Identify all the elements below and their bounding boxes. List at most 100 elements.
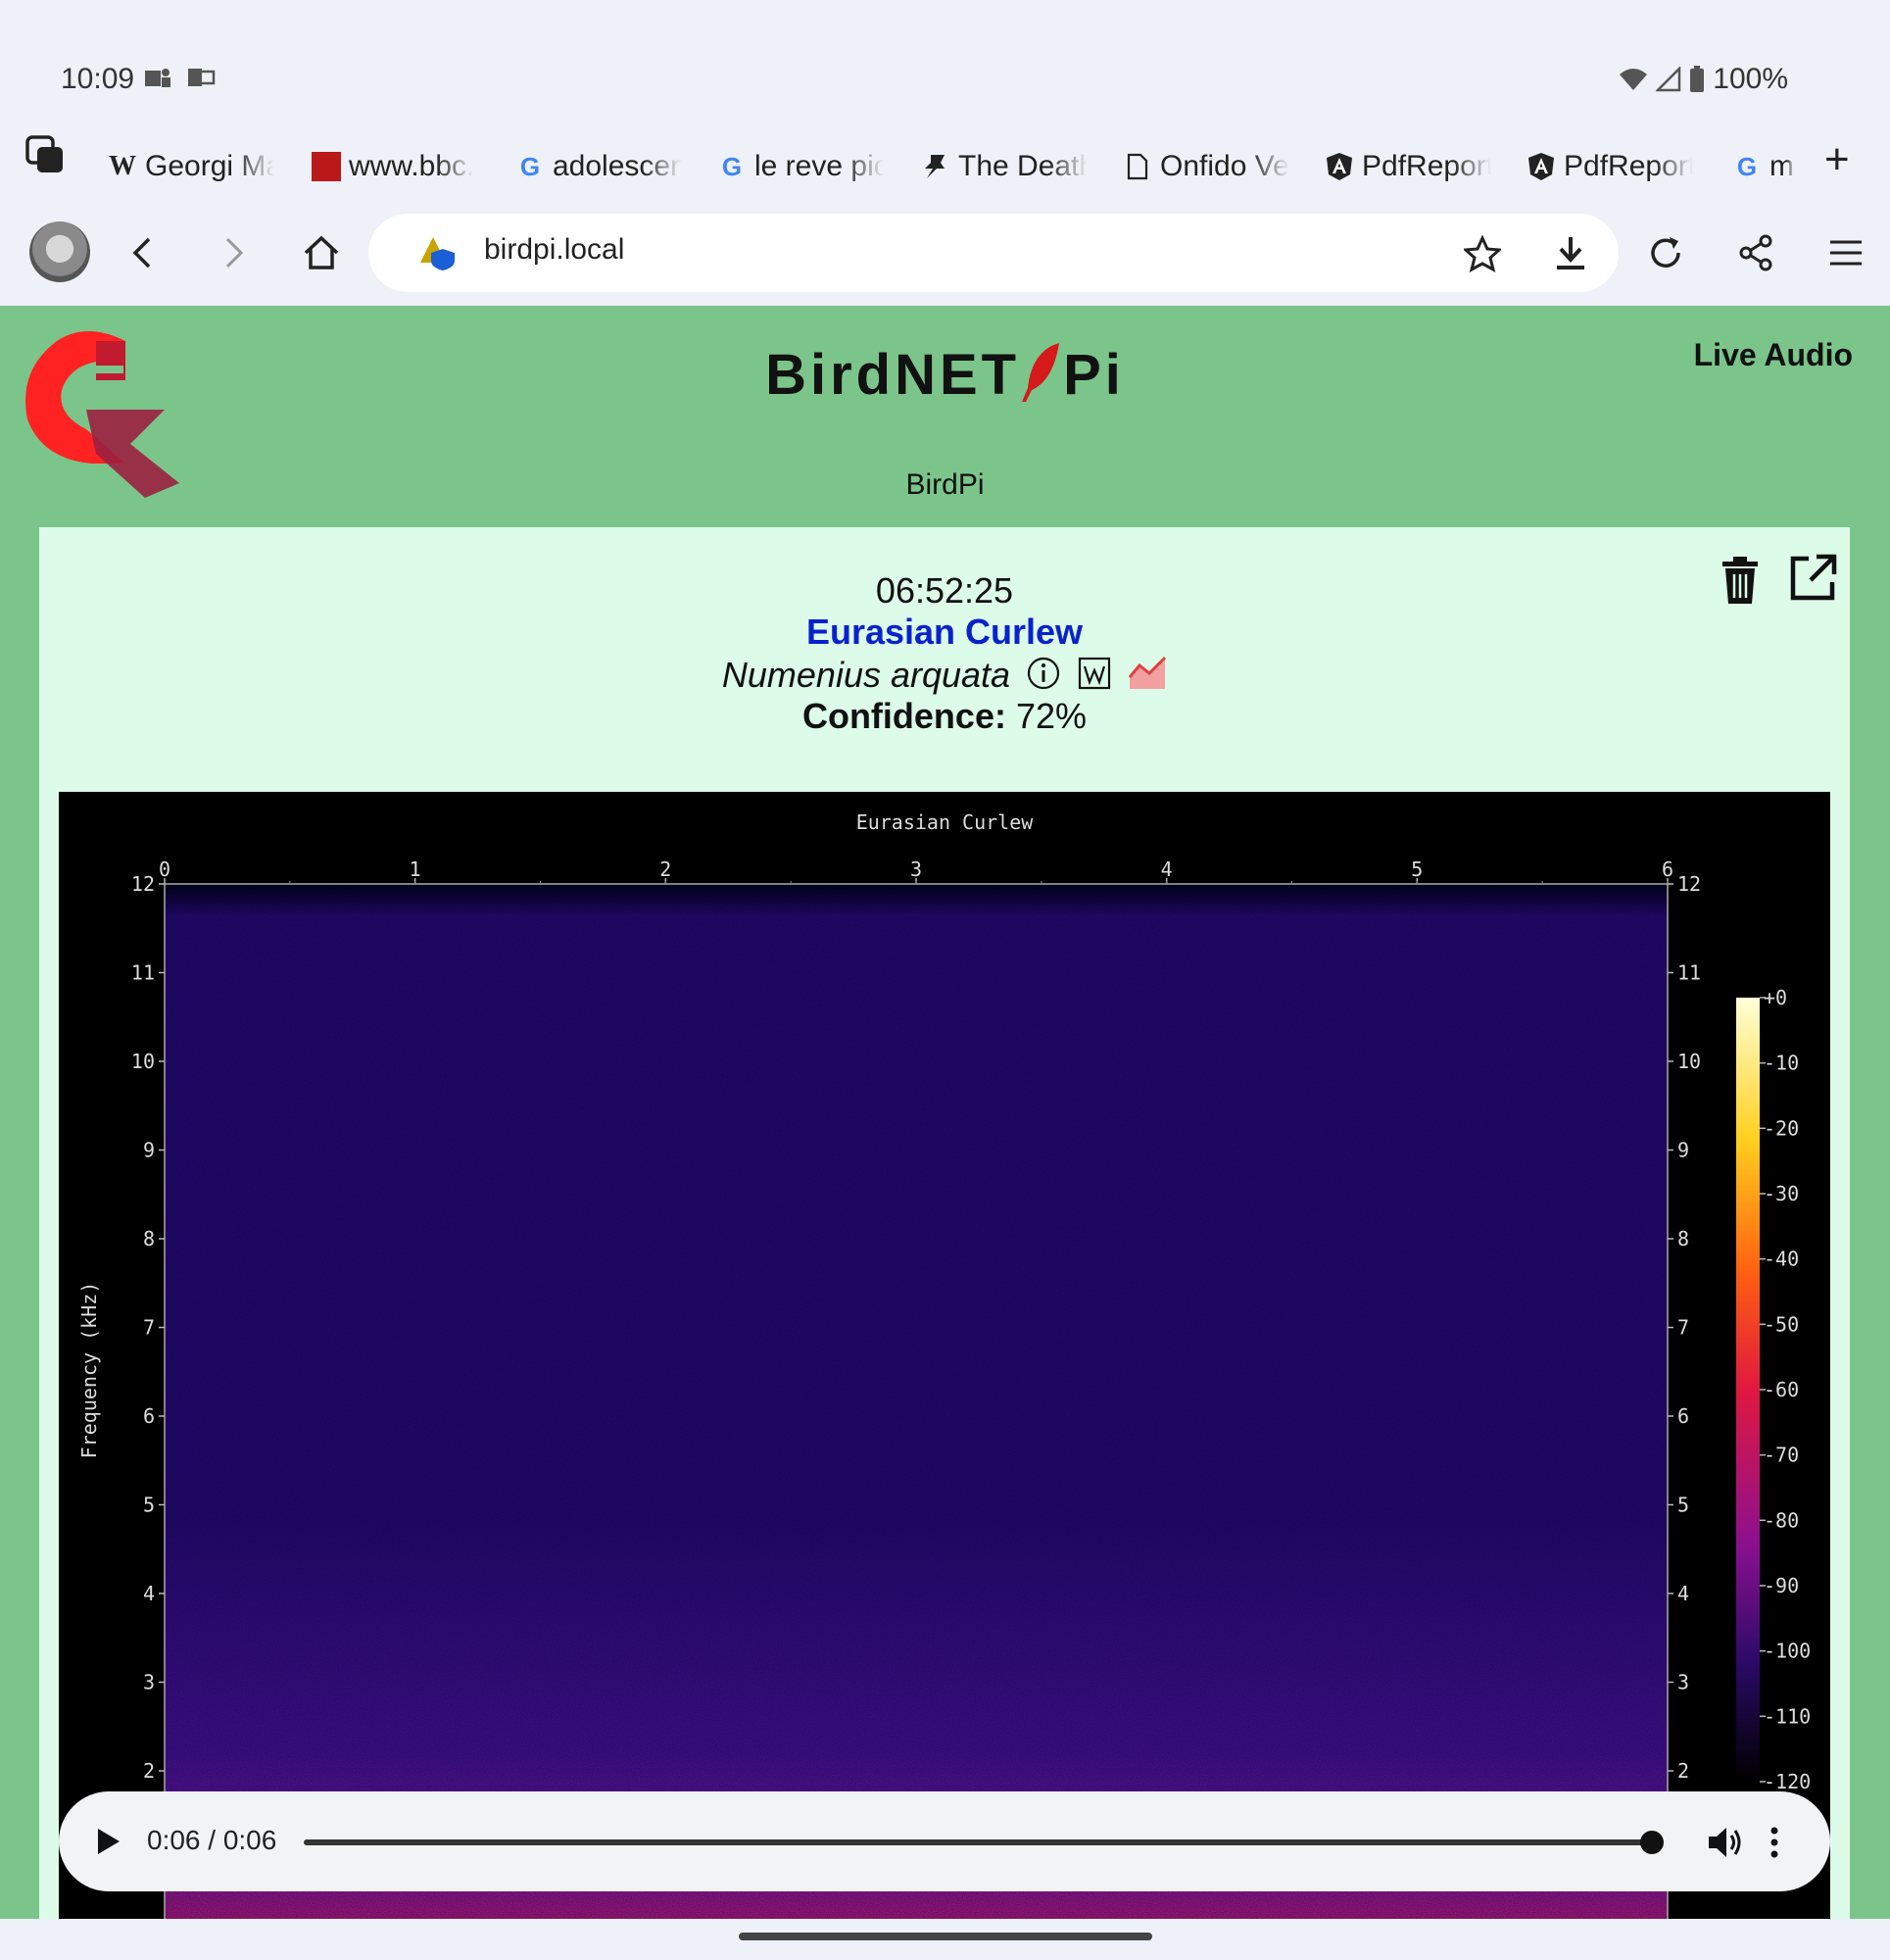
- google-icon: G: [721, 151, 743, 181]
- system-nav-bar: [0, 1919, 1890, 1960]
- y-tick-label-right: 2: [1677, 1759, 1689, 1783]
- colorbar: [1736, 998, 1760, 1782]
- species-link[interactable]: Eurasian Curlew: [39, 612, 1850, 653]
- spectrogram-chart: Eurasian Curlew0123456112233445566778899…: [77, 810, 1811, 1919]
- colorbar-tick-label: -70: [1764, 1444, 1799, 1467]
- x-tick-label: 4: [1161, 858, 1173, 881]
- tab-switcher-icon[interactable]: [25, 135, 67, 176]
- live-audio-link[interactable]: Live Audio: [1694, 337, 1853, 373]
- outlook-icon: [188, 69, 216, 86]
- wikipedia-icon: W: [109, 151, 136, 181]
- y-tick-label-right: 8: [1677, 1227, 1689, 1250]
- address-bar[interactable]: birdpi.local: [368, 214, 1619, 292]
- x-tick-label: 3: [910, 858, 922, 881]
- audio-player: 0:06 / 0:06: [59, 1791, 1830, 1891]
- y-tick-label-right: 4: [1677, 1582, 1689, 1605]
- x-tick-label: 1: [410, 858, 421, 881]
- feather-icon: [1022, 343, 1060, 402]
- profile-avatar[interactable]: [29, 221, 90, 282]
- colorbar-tick-label: -40: [1764, 1248, 1799, 1271]
- share-icon[interactable]: [1736, 233, 1775, 272]
- home-gesture-handle[interactable]: [739, 1933, 1152, 1940]
- player-time: 0:06 / 0:06: [147, 1825, 277, 1855]
- angular-icon: [1527, 152, 1556, 181]
- y-tick-label-right: 7: [1677, 1316, 1689, 1340]
- colorbar-tick-label: -100: [1764, 1640, 1811, 1663]
- menu-icon[interactable]: [1826, 233, 1866, 272]
- colorbar-tick-label: -30: [1764, 1182, 1799, 1205]
- signal-icon: [1656, 67, 1681, 92]
- seek-bar[interactable]: [304, 1839, 1652, 1845]
- tab-the-death[interactable]: The Death: [921, 147, 1088, 186]
- x-tick-label: 5: [1411, 858, 1423, 881]
- brand-right: Pi: [1063, 343, 1125, 407]
- home-icon[interactable]: [302, 233, 341, 272]
- more-options-icon[interactable]: [1769, 1827, 1779, 1858]
- download-icon[interactable]: [1552, 235, 1589, 272]
- y-tick-label: 11: [131, 961, 155, 985]
- y-tick-label-right: 6: [1677, 1404, 1689, 1428]
- spectrogram-noise: [165, 884, 1668, 1919]
- tab-adolescen[interactable]: G adolescen: [515, 147, 682, 186]
- battery-level: 100%: [1713, 63, 1788, 95]
- confidence-label: Confidence:: [801, 696, 1006, 736]
- bbc-news-icon: [312, 152, 341, 181]
- seek-handle[interactable]: [1640, 1831, 1664, 1854]
- status-right: 100%: [1619, 63, 1788, 96]
- reload-icon[interactable]: [1646, 233, 1685, 272]
- y-tick-label: 3: [143, 1671, 155, 1694]
- detection-card: 06:52:25 Eurasian Curlew Numenius arquat…: [39, 527, 1850, 1919]
- colorbar-tick-label: -50: [1764, 1312, 1799, 1336]
- tab-m[interactable]: G m: [1732, 147, 1797, 186]
- volume-icon[interactable]: [1707, 1825, 1744, 1860]
- back-icon[interactable]: [123, 233, 163, 272]
- status-bar: 10:09 100%: [0, 0, 1890, 120]
- tab-pdfreport-1[interactable]: PdfReport: [1325, 147, 1491, 186]
- y-tick-label-right: 12: [1677, 872, 1701, 896]
- y-tick-label-right: 3: [1677, 1671, 1689, 1694]
- y-tick-label: 2: [143, 1759, 155, 1783]
- document-icon: [1123, 152, 1152, 181]
- colorbar-tick-label: -10: [1764, 1052, 1799, 1075]
- google-icon: G: [519, 151, 541, 181]
- spectrogram-title: Eurasian Curlew: [856, 810, 1035, 834]
- url-text[interactable]: birdpi.local: [484, 233, 624, 267]
- scientific-name: Numenius arquata: [721, 655, 1011, 695]
- y-tick-label: 8: [143, 1227, 155, 1250]
- confidence-row: Confidence: 72%: [39, 696, 1850, 737]
- angular-icon: [1325, 152, 1354, 181]
- status-time: 10:09: [61, 63, 135, 95]
- wifi-icon: [1620, 69, 1648, 90]
- tab-le-reve[interactable]: G le reve pic: [717, 147, 884, 186]
- tab-bbc[interactable]: www.bbc.: [312, 147, 478, 186]
- forward-icon[interactable]: [214, 233, 253, 272]
- station-name: BirdPi: [905, 468, 985, 501]
- x-tick-label: 0: [159, 858, 170, 881]
- y-tick-label: 7: [143, 1316, 155, 1340]
- bookmark-star-icon[interactable]: [1464, 235, 1501, 272]
- trash-icon[interactable]: [1719, 555, 1762, 606]
- wikipedia-icon[interactable]: [1077, 656, 1112, 691]
- new-tab-button[interactable]: +: [1824, 135, 1850, 184]
- x-tick-label: 6: [1662, 858, 1673, 881]
- y-tick-label: 4: [143, 1582, 155, 1605]
- teams-icon: [145, 69, 170, 87]
- stats-chart-icon[interactable]: [1128, 656, 1167, 691]
- site-warning-icon: [420, 237, 455, 270]
- y-tick-label-right: 9: [1677, 1139, 1689, 1162]
- x-tick-label: 2: [659, 858, 671, 881]
- play-icon[interactable]: [94, 1827, 121, 1856]
- y-tick-label: 6: [143, 1404, 155, 1428]
- colorbar-tick-label: +0: [1764, 986, 1787, 1009]
- tab-georgi[interactable]: W Georgi Ma: [108, 147, 274, 186]
- open-external-icon[interactable]: [1787, 553, 1838, 604]
- tab-onfido[interactable]: Onfido Ve: [1123, 147, 1289, 186]
- battery-icon: [1690, 66, 1705, 92]
- y-tick-label: 9: [143, 1139, 155, 1162]
- colorbar-tick-label: -90: [1764, 1574, 1799, 1597]
- colorbar-tick-label: -60: [1764, 1378, 1799, 1401]
- tab-pdfreport-2[interactable]: PdfReport: [1527, 147, 1693, 186]
- birdnet-page: BirdNET Pi Live Audio BirdPi 06:52:25 Eur…: [0, 306, 1890, 1919]
- colorbar-tick-label: -110: [1764, 1704, 1811, 1728]
- info-icon[interactable]: [1026, 656, 1061, 691]
